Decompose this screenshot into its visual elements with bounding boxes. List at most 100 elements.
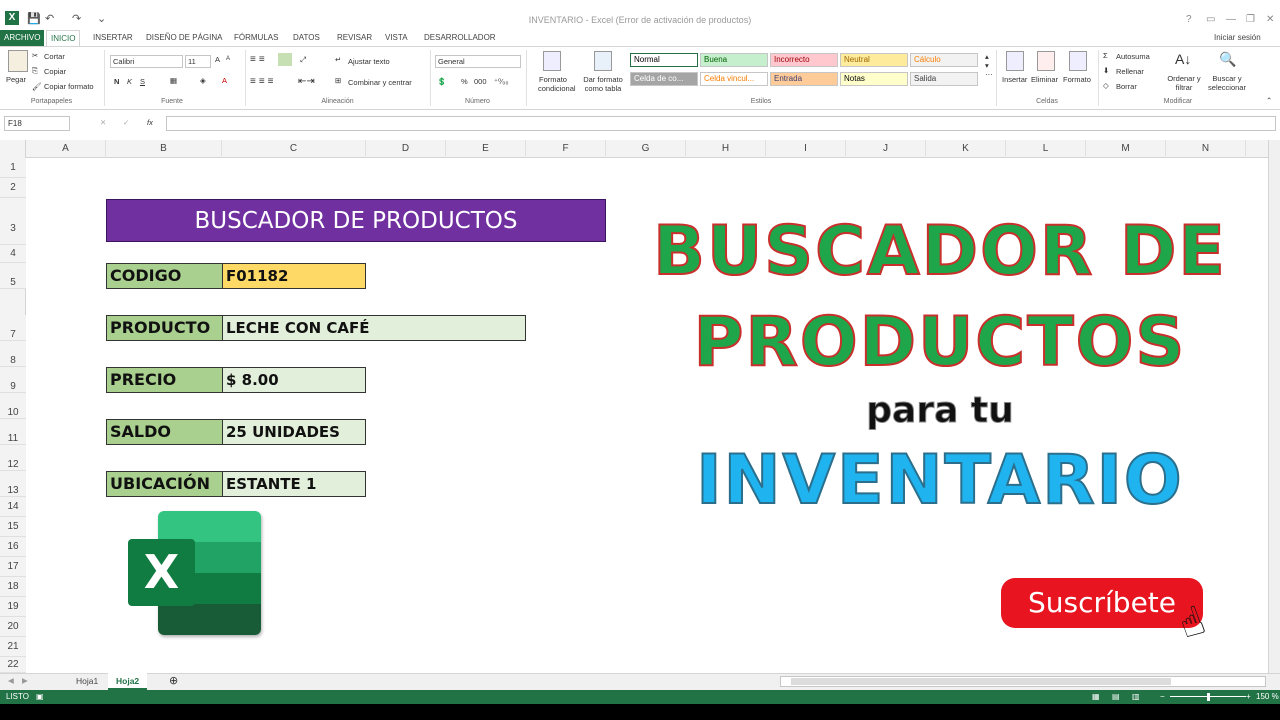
column-header-a[interactable]: A (26, 140, 106, 158)
column-header-i[interactable]: I (766, 140, 846, 158)
subscribe-button[interactable]: Suscríbete (1001, 578, 1203, 628)
column-header-h[interactable]: H (686, 140, 766, 158)
cell-style-8[interactable]: Notas (840, 72, 908, 86)
copy-icon[interactable]: ⎘ (32, 66, 38, 76)
row-header-8[interactable]: 8 (0, 341, 26, 367)
cut-button[interactable]: Cortar (44, 52, 65, 61)
tab-desarrollador[interactable]: DESARROLLADOR (420, 30, 500, 46)
value-ubicacion[interactable]: ESTANTE 1 (222, 471, 366, 497)
wrap-text-button[interactable]: Ajustar texto (348, 57, 390, 66)
underline-button[interactable]: S (140, 77, 145, 86)
column-header-g[interactable]: G (606, 140, 686, 158)
value-precio[interactable]: $ 8.00 (222, 367, 366, 393)
insert-function-icon[interactable]: fx (147, 118, 153, 127)
sort-filter-button[interactable]: Ordenar y filtrar (1164, 74, 1204, 92)
fill-button[interactable]: Rellenar (1116, 67, 1144, 76)
sort-filter-icon[interactable]: A↓ (1175, 51, 1191, 67)
row-header-4[interactable]: 4 (0, 245, 26, 263)
font-color-icon[interactable]: A (222, 76, 227, 85)
name-box[interactable]: F18 (4, 116, 70, 131)
cancel-entry-icon[interactable]: ✕ (100, 118, 106, 127)
column-header-d[interactable]: D (366, 140, 446, 158)
find-select-icon[interactable]: 🔍 (1219, 51, 1236, 68)
select-all-corner[interactable] (0, 140, 26, 158)
row-header-16[interactable]: 16 (0, 537, 26, 557)
font-size-combo[interactable]: 11 (185, 55, 211, 68)
cell-style-1[interactable]: Buena (700, 53, 768, 67)
column-header-f[interactable]: F (526, 140, 606, 158)
row-header-12[interactable]: 12 (0, 445, 26, 471)
value-producto[interactable]: LECHE CON CAFÉ (222, 315, 526, 341)
tab-revisar[interactable]: REVISAR (333, 30, 376, 46)
tab-vista[interactable]: VISTA (381, 30, 412, 46)
value-codigo[interactable]: F01182 (222, 263, 366, 289)
zoom-level[interactable]: 150 % (1256, 690, 1279, 704)
format-as-table-button[interactable]: Dar formato como tabla (580, 75, 626, 93)
cell-style-6[interactable]: Celda vincul... (700, 72, 768, 86)
collapse-ribbon-icon[interactable]: ⌃ (1266, 96, 1272, 105)
fill-color-icon[interactable]: ◈ (200, 76, 206, 85)
row-header-13[interactable]: 13 (0, 471, 26, 497)
row-header-11[interactable]: 11 (0, 419, 26, 445)
cell-style-0[interactable]: Normal (630, 53, 698, 67)
insert-cells-button[interactable]: Insertar (1002, 75, 1027, 84)
scissors-icon[interactable]: ✂ (32, 51, 38, 60)
bold-button[interactable]: N (114, 77, 119, 86)
row-header-1[interactable]: 1 (0, 158, 26, 178)
macro-record-icon[interactable]: ▣ (36, 690, 44, 704)
orientation-icon[interactable]: ⤢ (300, 55, 306, 65)
horizontal-align-icons[interactable]: ≡≡≡ (250, 76, 277, 87)
zoom-in-icon[interactable]: + (1246, 690, 1251, 704)
sheet-tab-hoja2[interactable]: Hoja2 (108, 673, 148, 690)
grow-font-icon[interactable]: A (215, 55, 220, 64)
copy-button[interactable]: Copiar (44, 67, 66, 76)
cell-style-4[interactable]: Cálculo (910, 53, 978, 67)
merge-icon[interactable]: ⊞ (335, 76, 341, 85)
column-header-c[interactable]: C (222, 140, 366, 158)
value-saldo[interactable]: 25 UNIDADES (222, 419, 366, 445)
italic-button[interactable]: K (127, 77, 132, 86)
zoom-slider-thumb[interactable] (1207, 693, 1210, 701)
font-name-combo[interactable]: Calibri (110, 55, 183, 68)
tab-formulas[interactable]: FÓRMULAS (230, 30, 282, 46)
sheet-tab-hoja1[interactable]: Hoja1 (68, 673, 106, 690)
conditional-format-button[interactable]: Formato condicional (538, 75, 576, 93)
indent-icons[interactable]: ⇤⇥ (298, 76, 315, 87)
tab-archivo[interactable]: ARCHIVO (0, 30, 45, 46)
tab-diseno-pagina[interactable]: DISEÑO DE PÁGINA (142, 30, 226, 46)
format-cells-button[interactable]: Formato (1063, 75, 1091, 84)
row-header-14[interactable]: 14 (0, 497, 26, 517)
clear-button[interactable]: Borrar (1116, 82, 1137, 91)
paste-icon[interactable] (8, 50, 28, 72)
zoom-out-icon[interactable]: − (1160, 690, 1165, 704)
page-layout-icon[interactable]: ▤ (1112, 690, 1120, 704)
confirm-entry-icon[interactable]: ✓ (123, 118, 129, 127)
thousands-button[interactable]: 000 (474, 77, 487, 86)
column-header-k[interactable]: K (926, 140, 1006, 158)
clear-icon[interactable]: ◇ (1103, 81, 1109, 90)
sign-in-link[interactable]: Iniciar sesión (1210, 30, 1265, 46)
vertical-align-icons[interactable]: ≡≡ (250, 54, 268, 65)
format-cells-icon[interactable] (1069, 51, 1087, 71)
decimal-icons[interactable]: ⁺⁰⁄₀₀ (494, 77, 508, 86)
restore-icon[interactable]: ❐ (1246, 14, 1255, 25)
format-painter-button[interactable]: Copiar formato (44, 82, 94, 91)
tab-insertar[interactable]: INSERTAR (89, 30, 137, 46)
row-header-2[interactable]: 2 (0, 178, 26, 198)
row-header-22[interactable]: 22 (0, 657, 26, 673)
find-select-button[interactable]: Buscar y seleccionar (1204, 74, 1250, 92)
tab-inicio[interactable]: INICIO (46, 30, 81, 47)
autosum-icon[interactable]: Σ (1103, 51, 1108, 60)
row-header-5[interactable]: 5 (0, 263, 26, 289)
tab-datos[interactable]: DATOS (289, 30, 324, 46)
cell-style-2[interactable]: Incorrecto (770, 53, 838, 67)
gallery-scroll-icon[interactable]: ▴ ▾ ⋯ (985, 52, 993, 79)
minimize-icon[interactable]: — (1226, 14, 1236, 25)
page-break-icon[interactable]: ▥ (1132, 690, 1140, 704)
insert-cells-icon[interactable] (1006, 51, 1024, 71)
shrink-font-icon[interactable]: A (226, 56, 230, 62)
row-header-18[interactable]: 18 (0, 577, 26, 597)
currency-icon[interactable]: 💲 (437, 77, 446, 86)
format-as-table-icon[interactable] (594, 51, 612, 71)
row-header-15[interactable]: 15 (0, 517, 26, 537)
